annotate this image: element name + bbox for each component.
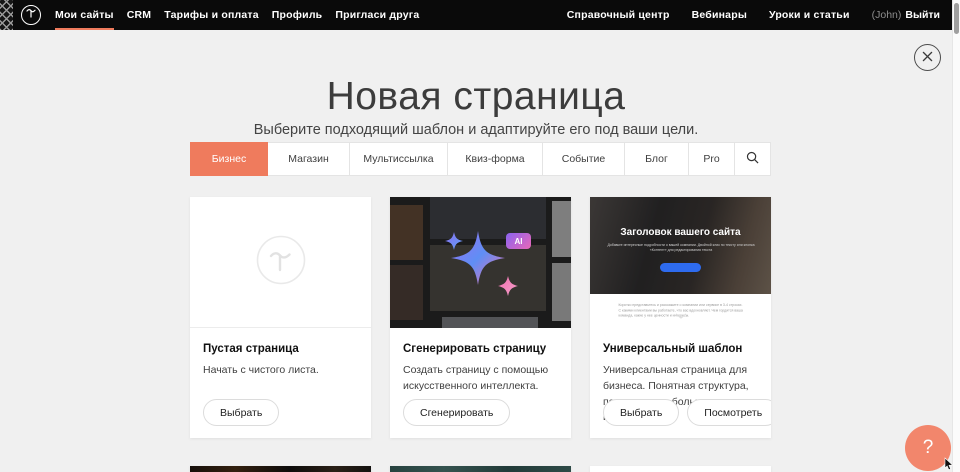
template-cards-row: Пустая страница Начать с чистого листа. … [190,197,771,438]
blank-page-preview [190,197,371,328]
template-card[interactable] [390,466,571,472]
universal-template-preview: Заголовок вашего сайта Добавьте интересн… [590,197,771,328]
close-button[interactable] [914,44,941,71]
template-preview-image [590,466,771,472]
template-card-blank[interactable]: Пустая страница Начать с чистого листа. … [190,197,371,438]
select-blank-button[interactable]: Выбрать [203,399,279,426]
nav-item-help-center[interactable]: Справочный центр [567,0,670,30]
template-card[interactable] [590,466,771,472]
tab-multilink[interactable]: Мультиссылка [350,142,448,176]
card-buttons: Выбрать [203,399,279,426]
card-title: Универсальный шаблон [603,343,758,355]
card-buttons: Выбрать Посмотреть [603,399,771,426]
main-nav: Мои сайты CRM Тарифы и оплата Профиль Пр… [55,0,419,30]
vertical-scrollbar[interactable] [952,0,960,472]
chevron-down-icon [675,306,687,324]
tilda-logo-icon [25,6,37,24]
template-card[interactable] [190,466,371,472]
search-icon [746,151,759,167]
template-preview-image [190,466,371,472]
template-hero-title: Заголовок вашего сайта [590,227,771,238]
template-preview-image [390,466,571,472]
nav-item-plans-payment[interactable]: Тарифы и оплата [164,0,259,30]
select-universal-button[interactable]: Выбрать [603,399,679,426]
logout-link[interactable]: Выйти [905,9,940,21]
ai-badge: AI [506,233,531,249]
tilda-watermark-icon [256,235,306,290]
ai-collage-preview: AI [390,197,571,328]
ai-sparkle-icon [390,197,571,328]
generate-button[interactable]: Сгенерировать [403,399,510,426]
template-category-tabs: Бизнес Магазин Мультиссылка Квиз-форма С… [190,142,771,176]
page-title: Новая страница [0,75,952,119]
nav-item-crm[interactable]: CRM [127,0,152,30]
nav-item-lessons-articles[interactable]: Уроки и статьи [769,0,850,30]
nav-item-my-sites[interactable]: Мои сайты [55,0,114,30]
zigzag-pattern-strip [0,0,13,30]
app-window: Мои сайты CRM Тарифы и оплата Профиль Пр… [0,0,960,472]
question-mark-icon: ? [923,437,934,459]
tab-quiz-form[interactable]: Квиз-форма [448,142,543,176]
template-cta-pill [660,263,701,272]
template-cards-row-2 [190,466,771,472]
tilda-logo[interactable] [21,5,41,25]
template-card-ai-generate[interactable]: AI Сгенерировать страницу Создать страни… [390,197,571,438]
card-info: Пустая страница Начать с чистого листа. [190,328,371,379]
tab-shop[interactable]: Магазин [268,142,350,176]
card-description: Создать страницу с помощью искусственног… [403,363,558,395]
card-title: Сгенерировать страницу [403,343,558,355]
card-title: Пустая страница [203,343,358,355]
nav-item-webinars[interactable]: Вебинары [692,0,747,30]
template-hero-subtitle: Добавьте интересные подробности о вашей … [606,243,756,253]
card-description: Начать с чистого листа. [203,363,358,379]
tab-blog[interactable]: Блог [625,142,689,176]
user-account: (John) Выйти [872,9,940,21]
mouse-cursor [944,457,954,472]
nav-item-profile[interactable]: Профиль [272,0,323,30]
tab-pro[interactable]: Pro [689,142,735,176]
nav-item-invite-friend[interactable]: Пригласи друга [335,0,419,30]
top-bar: Мои сайты CRM Тарифы и оплата Профиль Пр… [0,0,952,30]
tab-business[interactable]: Бизнес [190,142,268,176]
scrollbar-thumb[interactable] [954,3,959,34]
page-subtitle: Выберите подходящий шаблон и адаптируйте… [0,122,952,138]
user-name: (John) [872,9,902,21]
tab-event[interactable]: Событие [543,142,625,176]
tab-search[interactable] [735,142,771,176]
close-icon [922,50,933,65]
preview-universal-button[interactable]: Посмотреть [687,399,771,426]
secondary-nav: Справочный центр Вебинары Уроки и статьи… [567,0,952,30]
template-card-universal[interactable]: Заголовок вашего сайта Добавьте интересн… [590,197,771,438]
card-info: Сгенерировать страницу Создать страницу … [390,328,571,395]
card-buttons: Сгенерировать [403,399,510,426]
